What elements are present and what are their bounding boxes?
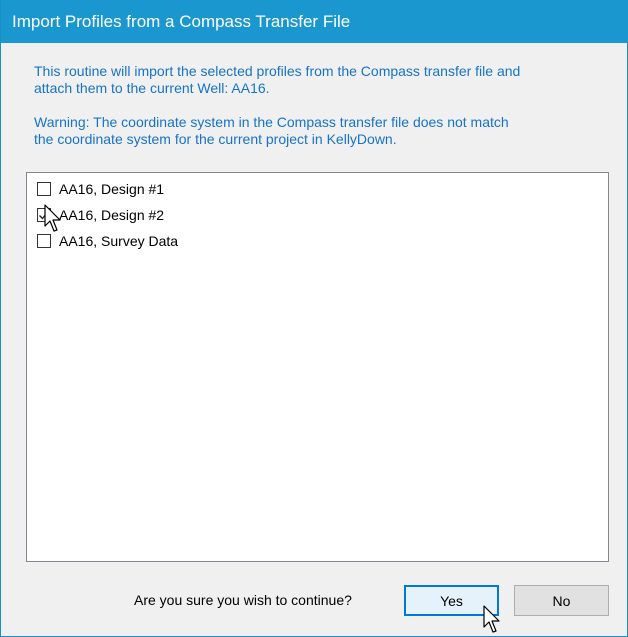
warning-line-2: the coordinate system for the current pr… — [34, 131, 397, 147]
profiles-checklist[interactable]: AA16, Design #1 AA16, Design #2 AA16, Su… — [26, 172, 609, 562]
profile-checkbox-design-2[interactable] — [37, 208, 51, 222]
yes-button[interactable]: Yes — [404, 585, 499, 616]
info-line-1: This routine will import the selected pr… — [34, 63, 521, 79]
confirm-question: Are you sure you wish to continue? — [134, 592, 352, 608]
profile-item-design-1[interactable]: AA16, Design #1 — [37, 179, 164, 199]
profile-label-design-2: AA16, Design #2 — [59, 207, 165, 223]
import-profiles-dialog: Import Profiles from a Compass Transfer … — [0, 0, 628, 637]
no-button[interactable]: No — [514, 585, 609, 616]
info-line-2: attach them to the current Well: AA16. — [34, 80, 270, 96]
profile-item-survey-data[interactable]: AA16, Survey Data — [37, 231, 178, 251]
profile-label-survey-data: AA16, Survey Data — [59, 233, 179, 249]
info-message: This routine will import the selected pr… — [34, 63, 594, 148]
checkmark-icon — [39, 210, 50, 220]
profile-item-design-2[interactable]: AA16, Design #2 — [37, 205, 164, 225]
profile-label-design-1: AA16, Design #1 — [59, 181, 165, 197]
profile-checkbox-design-1[interactable] — [37, 182, 51, 196]
window-title: Import Profiles from a Compass Transfer … — [1, 0, 628, 43]
profile-checkbox-survey-data[interactable] — [37, 234, 51, 248]
warning-line-1: Warning: The coordinate system in the Co… — [34, 114, 509, 130]
